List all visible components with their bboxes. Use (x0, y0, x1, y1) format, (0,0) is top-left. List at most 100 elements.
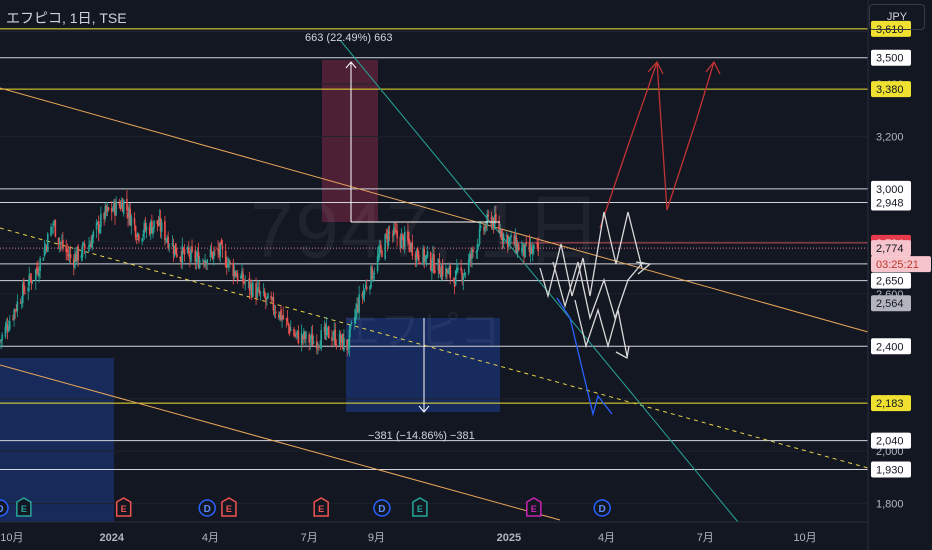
candle-body (335, 344, 338, 346)
level-price-label: 3,380 (876, 84, 904, 96)
candle-body (42, 257, 45, 261)
candle-body (28, 273, 31, 286)
candle-body (83, 244, 86, 250)
candle-body (92, 231, 95, 238)
projection-blue[interactable] (556, 297, 613, 417)
svg-text:E: E (531, 504, 537, 514)
candle-body (198, 259, 201, 269)
candle-body (8, 321, 11, 329)
earnings-marker[interactable]: E (526, 497, 542, 517)
candle-body (293, 329, 295, 336)
projection-red[interactable] (599, 61, 715, 229)
countdown-label: 03:25:21 (876, 259, 919, 271)
candle-body (327, 326, 330, 339)
symbol-watermark: 7947, 1日 (250, 186, 605, 274)
x-tick-label: 4月 (202, 532, 219, 544)
candle-body (214, 249, 216, 251)
currency-button[interactable]: JPY (869, 4, 925, 30)
candle-body (244, 282, 247, 284)
x-tick-label: 2025 (497, 532, 521, 544)
price-axis: 1,8002,0002,2002,4002,6002,8003,0003,200… (867, 0, 932, 550)
candle-body (110, 207, 113, 213)
candle-body (160, 222, 163, 232)
measure-label-down: −381 (−14.86%) −381 (368, 430, 475, 442)
price-tag-label: 2,564 (876, 298, 904, 310)
candle-body (171, 242, 174, 246)
candle-body (107, 207, 110, 211)
candle-body (229, 261, 231, 263)
candle-body (142, 233, 145, 237)
projection-white-c[interactable] (574, 299, 628, 357)
candle-body (99, 227, 101, 234)
candle-body (257, 287, 260, 289)
range-zone-left (0, 358, 114, 522)
x-tick-label: 7月 (697, 532, 714, 544)
candle-body (39, 258, 41, 272)
candle-body (50, 227, 52, 236)
candle-body (219, 243, 222, 257)
candle-body (135, 238, 138, 240)
candle-body (134, 225, 137, 238)
y-tick-label: 3,200 (876, 131, 904, 143)
x-tick-label: 10月 (0, 532, 23, 544)
candle-body (54, 219, 57, 237)
level-price-label: 2,400 (876, 341, 904, 353)
candle-body (286, 318, 289, 322)
candle-body (228, 259, 230, 265)
candle-body (141, 238, 143, 242)
candle-body (95, 222, 98, 230)
candle-body (221, 245, 224, 250)
measure-label-up: 663 (22.49%) 663 (305, 32, 393, 44)
candle-body (202, 260, 204, 262)
candle-body (66, 249, 69, 253)
price-tag-label: 2,774 (876, 243, 904, 255)
candle-body (84, 251, 87, 253)
svg-text:E: E (121, 504, 127, 514)
candle-body (62, 240, 64, 248)
candle-body (7, 329, 10, 331)
svg-text:D: D (378, 504, 385, 515)
level-price-label: 3,000 (876, 184, 904, 196)
candle-body (31, 280, 34, 282)
projection-red-arrow-2 (705, 60, 721, 75)
candle-body (317, 344, 319, 347)
candle-body (52, 223, 54, 226)
candle-body (272, 296, 275, 311)
candle-body (365, 287, 368, 289)
candle-body (51, 226, 53, 228)
candle-body (274, 311, 277, 314)
candle-body (38, 273, 40, 277)
candle-body (81, 244, 84, 258)
svg-text:E: E (226, 504, 232, 514)
svg-text:D: D (204, 504, 211, 515)
svg-text:D: D (599, 504, 606, 515)
candle-body (91, 237, 94, 249)
symbol-title[interactable]: エフピコ, 1日, TSE (6, 8, 127, 28)
candle-body (312, 341, 315, 344)
candle-body (363, 289, 366, 295)
earnings-marker[interactable]: E (313, 497, 329, 517)
dividend-marker[interactable]: D (373, 499, 391, 517)
candle-body (267, 293, 269, 299)
earnings-marker[interactable]: E (16, 497, 32, 517)
candle-body (77, 246, 79, 261)
candle-body (145, 226, 148, 231)
candle-body (183, 249, 186, 255)
candle-body (234, 271, 237, 277)
candle-body (24, 292, 26, 294)
candle-body (311, 333, 314, 346)
dividend-marker[interactable]: D (593, 499, 611, 517)
candle-body (69, 254, 72, 259)
x-tick-label: 7月 (301, 532, 318, 544)
candle-body (220, 240, 223, 245)
earnings-marker[interactable]: E (221, 497, 237, 517)
candle-body (115, 201, 117, 216)
svg-text:E: E (318, 504, 324, 514)
earnings-marker[interactable]: E (115, 497, 132, 517)
earnings-marker[interactable]: E (412, 497, 428, 517)
candle-body (297, 331, 300, 344)
name-watermark: エフピコ (340, 309, 500, 353)
candle-body (195, 258, 198, 263)
dividend-marker[interactable]: D (198, 499, 216, 517)
candle-body (133, 218, 136, 225)
